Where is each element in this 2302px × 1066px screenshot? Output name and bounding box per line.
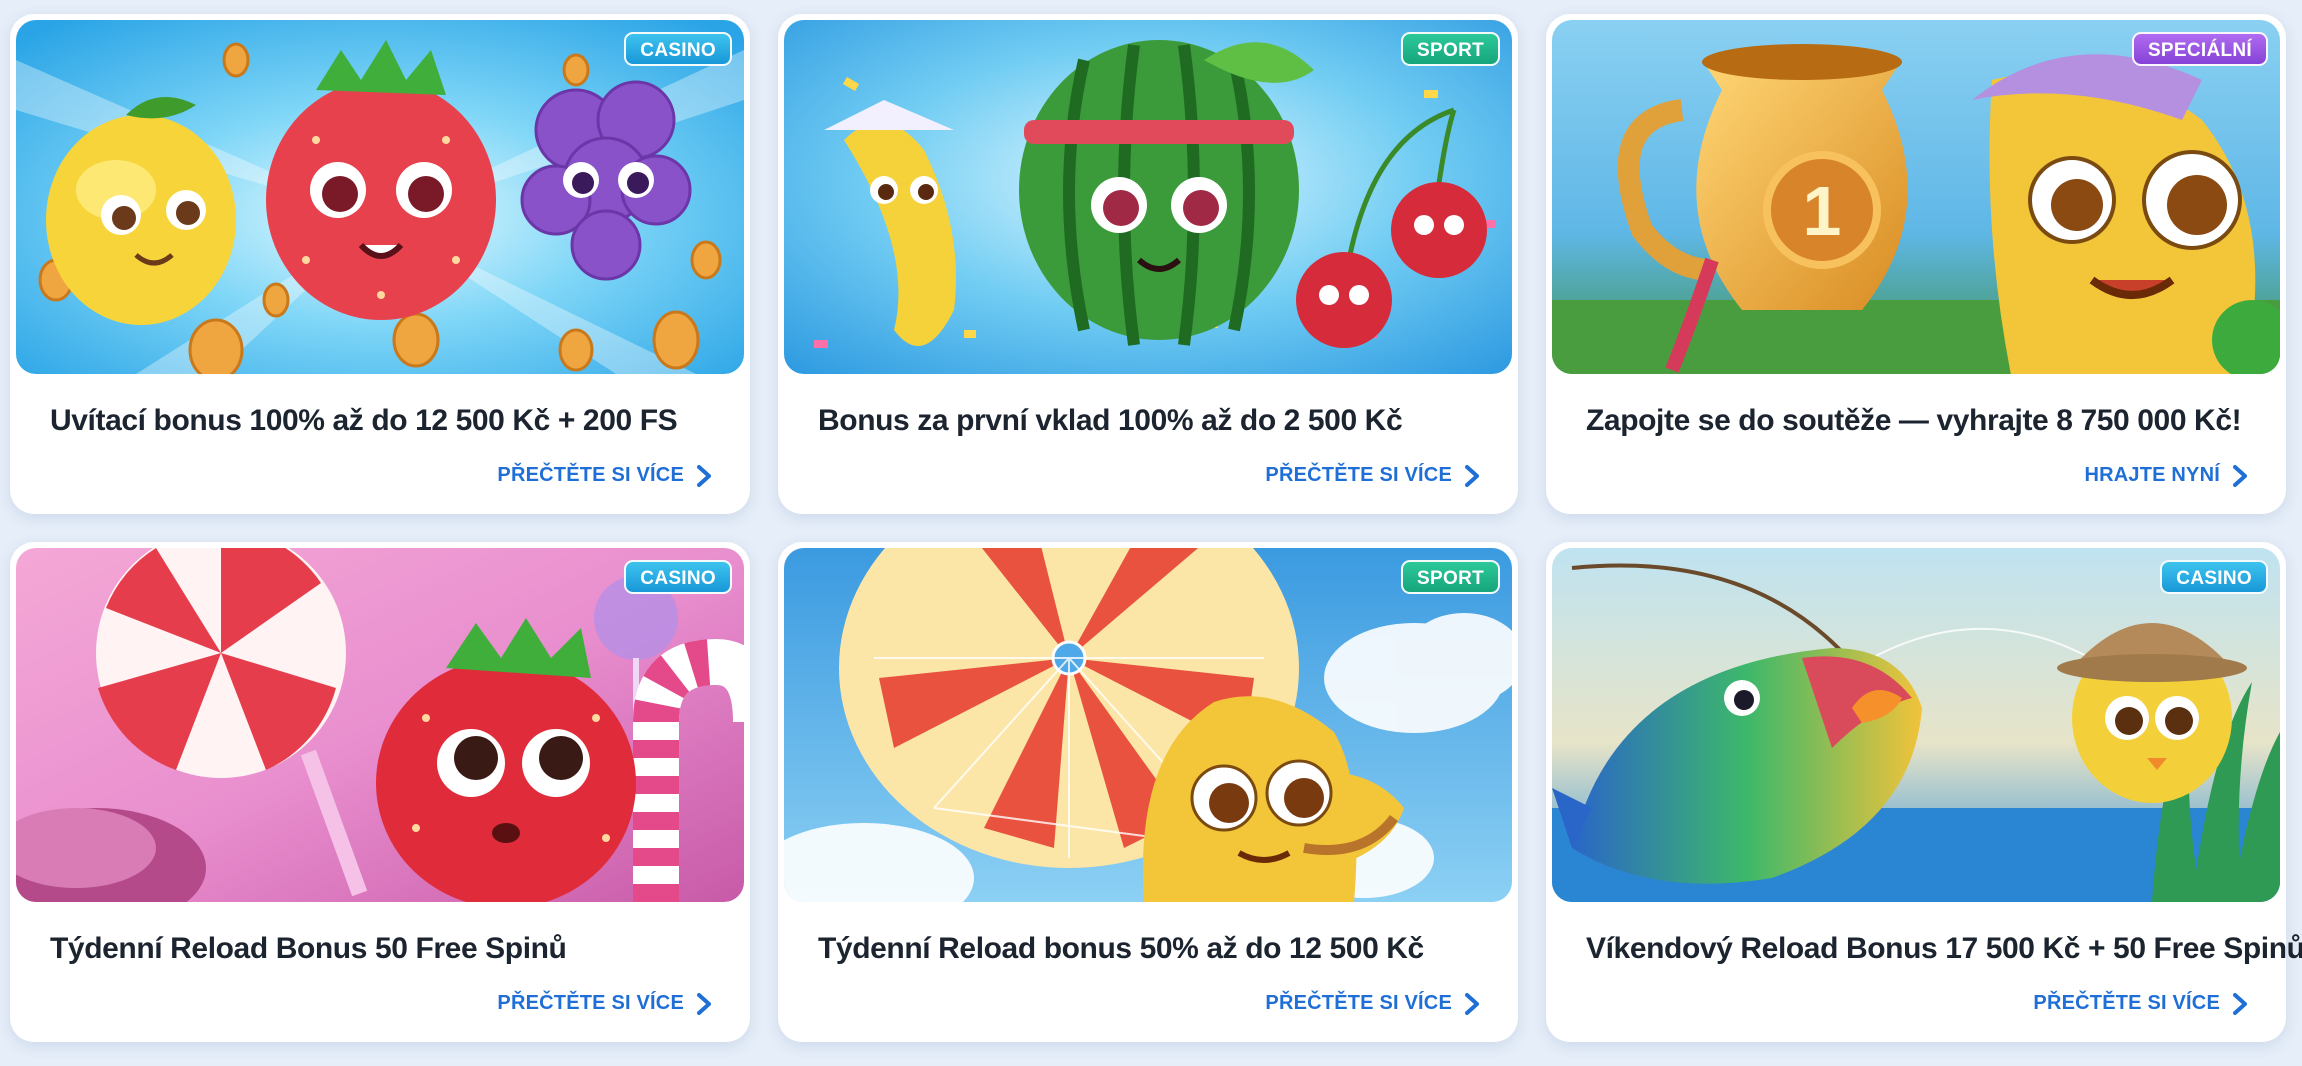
read-more-link[interactable]: PŘEČTĚTE SI VÍCE [1265, 992, 1480, 1015]
chevron-right-icon [1464, 464, 1480, 487]
fish-fishing-icon [1552, 548, 2280, 902]
link-label: PŘEČTĚTE SI VÍCE [1265, 464, 1452, 486]
promo-title: Týdenní Reload Bonus 50 Free Spinů [50, 932, 567, 965]
promo-image: SPORT [784, 20, 1512, 374]
read-more-link[interactable]: PŘEČTĚTE SI VÍCE [497, 992, 712, 1015]
chevron-right-icon [2232, 464, 2248, 487]
fruit-characters-coins-icon [16, 20, 744, 374]
link-label: PŘEČTĚTE SI VÍCE [2033, 992, 2220, 1014]
read-more-link[interactable]: PŘEČTĚTE SI VÍCE [2033, 992, 2248, 1015]
category-badge: CASINO [624, 560, 732, 594]
promo-card-weekly-reload-sport[interactable]: SPORT Týdenní Reload bonus 50% až do 12 … [778, 542, 1518, 1042]
category-badge: SPECIÁLNÍ [2131, 32, 2268, 66]
promo-image: 1 SPECIÁLNÍ [1552, 20, 2280, 374]
chevron-right-icon [2232, 992, 2248, 1015]
promo-title: Zapojte se do soutěže — vyhrajte 8 750 0… [1586, 404, 2242, 437]
promo-title: Víkendový Reload Bonus 17 500 Kč + 50 Fr… [1586, 932, 2302, 965]
category-badge: SPORT [1401, 32, 1500, 66]
chevron-right-icon [696, 992, 712, 1015]
strawberry-candy-icon [16, 548, 744, 902]
read-more-link[interactable]: PŘEČTĚTE SI VÍCE [497, 464, 712, 487]
play-now-link[interactable]: HRAJTE NYNÍ [2084, 464, 2248, 487]
chevron-right-icon [696, 464, 712, 487]
trophy-banana-icon: 1 [1552, 20, 2280, 374]
svg-text:1: 1 [1803, 172, 1842, 250]
banana-parachute-icon [784, 548, 1512, 902]
promo-card-first-deposit[interactable]: SPORT Bonus za první vklad 100% až do 2 … [778, 14, 1518, 514]
promotions-grid: CASINO Uvítací bonus 100% až do 12 500 K… [10, 14, 2302, 1042]
category-badge: SPORT [1401, 560, 1500, 594]
promo-title: Týdenní Reload bonus 50% až do 12 500 Kč [818, 932, 1424, 965]
read-more-link[interactable]: PŘEČTĚTE SI VÍCE [1265, 464, 1480, 487]
promo-image: SPORT [784, 548, 1512, 902]
category-badge: CASINO [624, 32, 732, 66]
promo-image: CASINO [1552, 548, 2280, 902]
promo-image: CASINO [16, 20, 744, 374]
chevron-right-icon [1464, 992, 1480, 1015]
promo-title: Bonus za první vklad 100% až do 2 500 Kč [818, 404, 1403, 437]
link-label: HRAJTE NYNÍ [2084, 464, 2220, 486]
link-label: PŘEČTĚTE SI VÍCE [1265, 992, 1452, 1014]
link-label: PŘEČTĚTE SI VÍCE [497, 992, 684, 1014]
link-label: PŘEČTĚTE SI VÍCE [497, 464, 684, 486]
category-badge: CASINO [2160, 560, 2268, 594]
promo-title: Uvítací bonus 100% až do 12 500 Kč + 200… [50, 404, 678, 437]
promo-card-weekend-reload[interactable]: CASINO Víkendový Reload Bonus 17 500 Kč … [1546, 542, 2302, 1042]
promo-card-welcome-bonus[interactable]: CASINO Uvítací bonus 100% až do 12 500 K… [10, 14, 750, 514]
promo-card-contest[interactable]: 1 SPECIÁLNÍ Zapojte se do soutěže — vyhr… [1546, 14, 2286, 514]
watermelon-banana-cherries-icon [784, 20, 1512, 374]
promo-card-weekly-reload-spins[interactable]: CASINO Týdenní Reload Bonus 50 Free Spin… [10, 542, 750, 1042]
promo-image: CASINO [16, 548, 744, 902]
